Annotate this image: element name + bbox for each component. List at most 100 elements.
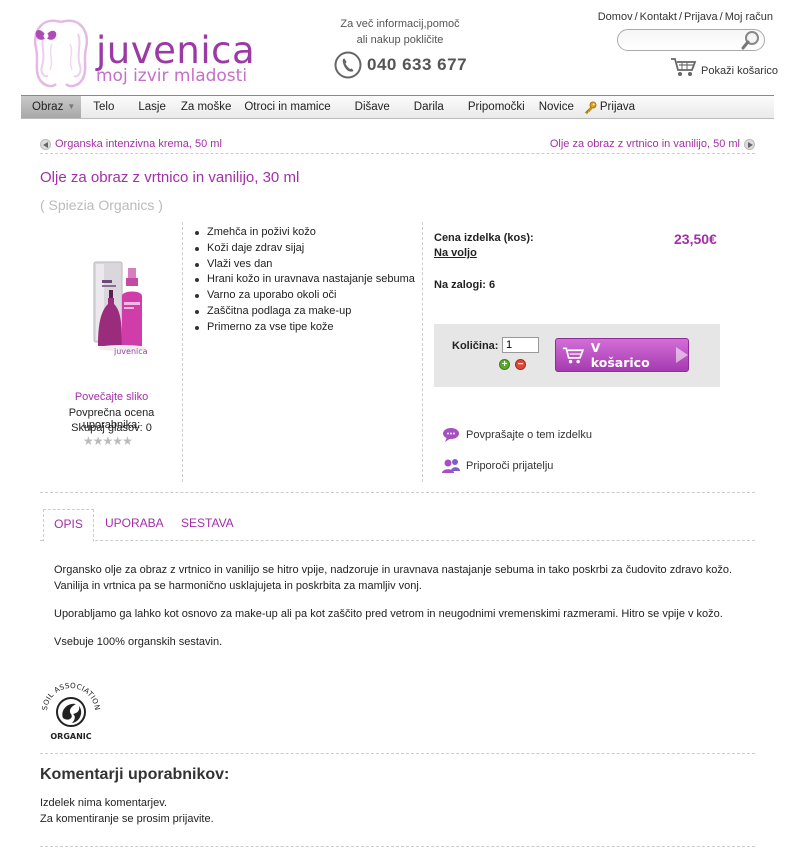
feature-item: Zmehča in poživi kožo — [195, 225, 415, 241]
ask-about-product-link[interactable]: Povprašajte o tem izdelku — [442, 427, 592, 443]
product-image-brand: juvenica — [113, 347, 148, 356]
product-image[interactable]: juvenica — [92, 250, 156, 356]
search-icon[interactable] — [740, 29, 762, 51]
next-product-link[interactable]: Olje za obraz z vrtnico in vanilijo, 50 … — [550, 138, 740, 150]
users-icon — [442, 459, 460, 473]
comments-title: Komentarji uporabnikov: — [40, 766, 230, 783]
star-icon: ★ — [122, 434, 133, 448]
feature-item: Koži daje zdrav sijaj — [195, 241, 415, 257]
phone-number: 040 633 677 — [367, 55, 468, 74]
product-image-column: juvenica Povečajte sliko Povprečna ocena… — [40, 222, 183, 482]
stock-count: Na zalogi: 6 — [434, 279, 496, 291]
nav-item-lasje[interactable]: Lasje — [138, 96, 166, 118]
divider — [40, 492, 755, 493]
recommend-label: Priporoči prijatelju — [466, 460, 554, 472]
tab-opis[interactable]: OPIS — [43, 509, 94, 542]
product-manufacturer: ( Spiezia Organics ) — [40, 197, 163, 213]
soil-association-organic-logo: SOIL ASSOCIATION ORGANIC — [40, 681, 102, 741]
star-icon: ★ — [102, 434, 114, 448]
star-icon: ★ — [83, 434, 94, 448]
tab-sestava[interactable]: SESTAVA — [181, 509, 234, 541]
prev-product-link[interactable]: Organska intenzivna krema, 50 ml — [55, 138, 222, 150]
star-icon: ★ — [112, 434, 123, 448]
top-link-account[interactable]: Moj račun — [725, 11, 773, 23]
feature-item: Varno za uporabo okoli oči — [195, 288, 415, 304]
contact-line-1: Za več informacij,pomoč — [340, 18, 460, 30]
comments-info: Izdelek nima komentarjev. Za komentiranj… — [40, 795, 214, 827]
play-arrow-icon — [676, 347, 688, 363]
product-description: Organsko olje za obraz z vrtnico in vani… — [54, 562, 749, 662]
brand-tagline: moj izvir mladosti — [96, 66, 248, 86]
description-paragraph: Organsko olje za obraz z vrtnico in vani… — [54, 564, 733, 592]
contact-line-2: ali nakup pokličite — [356, 34, 444, 46]
quantity-label: Količina: — [452, 340, 499, 352]
add-to-cart-button[interactable]: V košarico — [555, 338, 689, 372]
price-column: Cena izdelka (kos): Na voljo 23,50€ Na z… — [422, 222, 755, 482]
product-title: Olje za obraz z vrtnico in vanilijo, 30 … — [40, 169, 300, 186]
price-label: Cena izdelka (kos): — [434, 232, 534, 244]
product-tabs: OPIS UPORABA SESTAVA — [40, 509, 755, 542]
prev-product[interactable]: Organska intenzivna krema, 50 ml — [40, 138, 222, 150]
add-to-cart-box: Količina: + − V košarico — [434, 324, 720, 387]
top-link-home[interactable]: Domov — [598, 11, 633, 23]
plus-icon[interactable]: + — [499, 359, 510, 370]
nav-item-darila[interactable]: Darila — [414, 96, 444, 118]
phone-icon — [334, 51, 362, 79]
nav-item-telo[interactable]: Telo — [93, 96, 114, 118]
quantity-input[interactable] — [502, 337, 539, 353]
nav-item-za-moske[interactable]: Za moške — [181, 96, 232, 118]
main-nav: Obraz ▼ Telo Lasje Za moške Otroci in mam… — [21, 95, 774, 119]
no-comments-text: Izdelek nima komentarjev. — [40, 797, 167, 809]
feature-item: Hrani kožo in uravnava nastajanje sebuma — [195, 272, 415, 288]
nav-item-login[interactable]: Prijava — [584, 96, 635, 118]
recommend-to-friend-link[interactable]: Priporoči prijatelju — [442, 458, 553, 474]
brand-name: juvenica — [96, 29, 256, 72]
key-icon — [584, 101, 597, 114]
search-box — [617, 29, 765, 51]
nav-item-disave[interactable]: Dišave — [355, 96, 390, 118]
cart-icon — [562, 347, 585, 364]
product-price: 23,50€ — [674, 231, 717, 247]
nav-label: Obraz — [32, 101, 64, 114]
rating-stars: ★★★★★ — [83, 434, 133, 448]
divider — [40, 753, 755, 754]
show-cart-link[interactable]: Pokaži košarico — [670, 56, 778, 78]
phone-block: 040 633 677 — [334, 51, 467, 79]
availability-status: Na voljo — [434, 247, 477, 259]
nav-item-otroci[interactable]: Otroci in mamice — [244, 96, 330, 118]
top-link-login[interactable]: Prijava — [684, 11, 718, 23]
logo-mark-icon — [33, 19, 89, 88]
top-link-contact[interactable]: Kontakt — [640, 11, 677, 23]
tab-uporaba[interactable]: UPORABA — [105, 509, 164, 541]
product-pager: Organska intenzivna krema, 50 ml Olje za… — [40, 138, 755, 154]
top-links: Domov / Kontakt / Prijava / Moj račun — [597, 11, 773, 23]
cart-label: Pokaži košarico — [701, 65, 779, 77]
description-paragraph: Uporabljamo ga lahko kot osnovo za make-… — [54, 608, 723, 620]
next-product[interactable]: Olje za obraz z vrtnico in vanilijo, 50 … — [550, 138, 755, 150]
nav-login-label: Prijava — [599, 101, 636, 113]
chevron-down-icon: ▼ — [67, 102, 76, 111]
search-input[interactable] — [626, 31, 746, 49]
feature-item: Primerno za vse tipe kože — [195, 320, 415, 336]
nav-item-obraz[interactable]: Obraz ▼ — [21, 96, 82, 118]
speech-bubble-icon — [443, 428, 459, 442]
add-to-cart-label: V košarico — [590, 340, 650, 370]
nav-item-novice[interactable]: Novice — [539, 96, 574, 118]
description-paragraph: Vsebuje 100% organskih sestavin. — [54, 636, 223, 648]
star-icon: ★ — [92, 434, 104, 448]
site-logo[interactable]: juvenica moj izvir mladosti — [30, 14, 255, 90]
ask-label: Povprašajte o tem izdelku — [466, 429, 592, 441]
total-votes: Skupaj glasov: 0 — [71, 422, 152, 434]
feature-item: Zaščitna podlaga za make-up — [195, 304, 415, 320]
soil-logo-bottom-text: ORGANIC — [50, 732, 91, 741]
login-to-comment-text: Za komentiranje se prosim prijavite. — [40, 813, 214, 825]
enlarge-image-link[interactable]: Povečajte sliko — [40, 391, 183, 403]
nav-item-pripomocki[interactable]: Pripomočki — [468, 96, 525, 118]
feature-list: Zmehča in poživi kožo Koži daje zdrav si… — [195, 225, 415, 336]
feature-item: Vlaži ves dan — [195, 257, 415, 273]
minus-icon[interactable]: − — [515, 359, 526, 370]
arrow-left-icon — [40, 138, 51, 150]
contact-info: Za več informacij,pomoč ali nakup poklič… — [320, 16, 480, 48]
divider — [40, 846, 755, 847]
cart-icon — [671, 58, 697, 76]
